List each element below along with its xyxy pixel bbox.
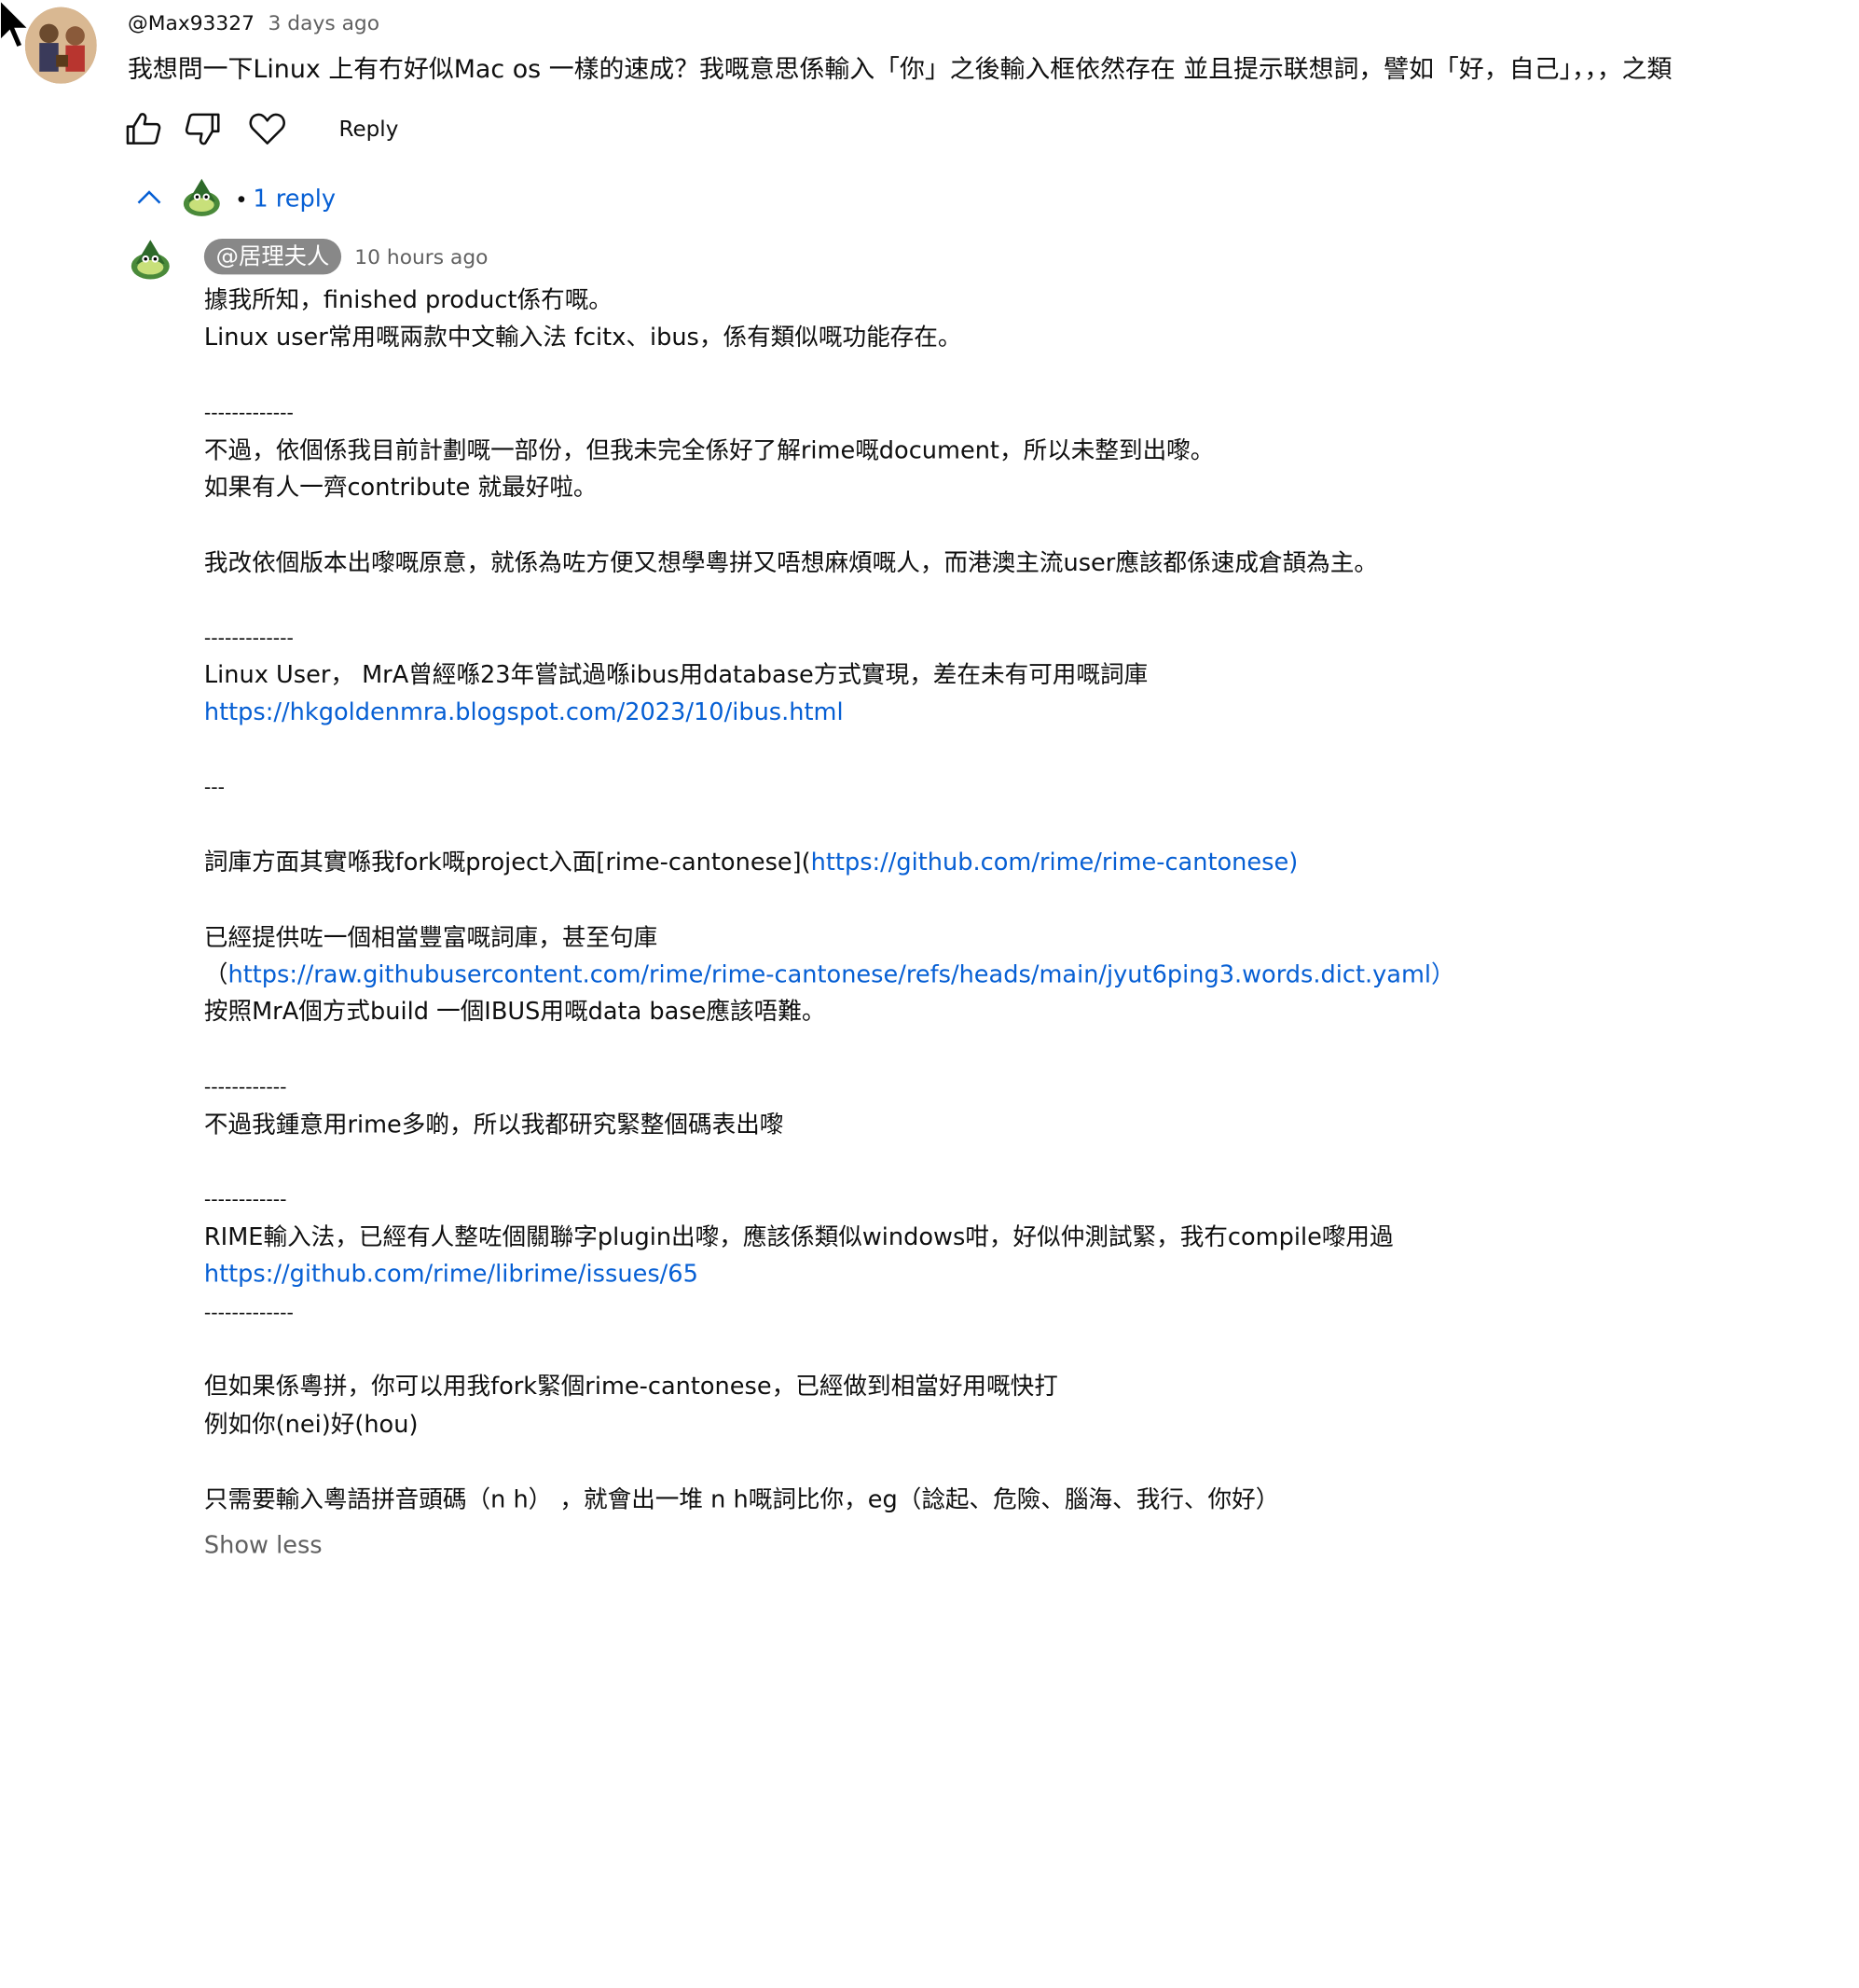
reply-line: 但如果係粵拼，你可以用我fork緊個rime-cantonese，已經做到相當好… <box>203 1372 1058 1401</box>
reply-line: RIME輸入法，已經有人整咗個關聯字plugin出嚟，應該係類似windows咁… <box>203 1222 1394 1251</box>
librime-issue-link[interactable]: https://github.com/rime/librime/issues/6… <box>204 1260 698 1289</box>
avatar-image <box>126 235 174 283</box>
reply-line <box>204 731 1803 768</box>
reply-author[interactable]: @居理夫人 <box>203 239 342 275</box>
reply-line <box>204 807 1803 844</box>
reply-line <box>204 1331 1803 1368</box>
reply-line-text: 詞庫方面其實喺我fork嘅project入面[rime-cantonese]( <box>203 847 811 877</box>
ibus-link[interactable]: https://hkgoldenmra.blogspot.com/2023/10… <box>204 697 844 726</box>
reply-line <box>204 356 1803 393</box>
reply-time[interactable]: 10 hours ago <box>354 246 488 270</box>
divider-text: ------------- <box>203 1300 294 1323</box>
reply-line: 已經提供咗一個相當豐富嘅詞庫，甚至句庫 <box>203 921 658 951</box>
rime-cantonese-link[interactable]: https://github.com/rime/rime-cantonese) <box>811 848 1299 877</box>
avatar-image <box>24 7 97 84</box>
reply-button[interactable]: Reply <box>339 115 399 145</box>
comment-header: @Max93327 3 days ago <box>128 12 379 36</box>
reply-line: Linux user常用嘅兩款中文輸入法 fcitx、ibus，係有類似嘅功能存… <box>203 323 962 352</box>
comment-time[interactable]: 3 days ago <box>269 12 379 36</box>
reply-avatar-small <box>179 173 225 220</box>
divider-text: ------------- <box>203 626 294 649</box>
comment-text: 我想問一下Linux 上有冇好似Mac os 一樣的速成？我嘅意思係輸入「你」之… <box>127 54 1673 84</box>
reply-line <box>204 1143 1803 1180</box>
comment-author[interactable]: @Max93327 <box>128 12 255 36</box>
dislike-icon[interactable] <box>184 110 222 148</box>
like-icon[interactable] <box>124 110 162 148</box>
comment-thread: @Max93327 3 days ago 我想問一下Linux 上有冇好似Mac… <box>0 0 1859 1988</box>
reply-line <box>204 506 1803 544</box>
reply-header: @居理夫人 10 hours ago <box>203 239 488 277</box>
avatar[interactable] <box>24 7 97 84</box>
dict-yaml-link[interactable]: https://raw.githubusercontent.com/rime/r… <box>227 959 1454 988</box>
reply-text: 據我所知，finished product係冇嘅。 Linux user常用嘅兩… <box>204 282 1803 1518</box>
reply-line: 只需要輸入粵語拼音頭碼（n h） ，就會出一堆 n h嘅詞比你，eg（諗起、危險… <box>203 1484 1280 1513</box>
reply-line: Linux User， MrA曾經喺23年嘗試過喺ibus用database方式… <box>203 659 1149 689</box>
reply-line: 不過，依個係我目前計劃嘅一部份，但我未完全係好了解rime嘅document，所… <box>203 435 1215 464</box>
heart-icon[interactable] <box>248 110 286 148</box>
reply-line: 據我所知，finished product係冇嘅。 <box>203 284 613 314</box>
replies-count[interactable]: 1 reply <box>253 184 336 213</box>
chevron-up-icon[interactable] <box>133 182 164 213</box>
reply-line: 例如你(nei)好(hou) <box>203 1409 419 1439</box>
reply-line: 按照MrA個方式build 一個IBUS用嘅data base應該唔難。 <box>203 997 826 1027</box>
reply-line: 我改依個版本出嚟嘅原意，就係為咗方便又想學粵拼又唔想麻煩嘅人，而港澳主流user… <box>203 547 1378 576</box>
avatar[interactable] <box>126 235 174 283</box>
reply-line <box>204 582 1803 619</box>
reply-line <box>204 1443 1803 1481</box>
reply-line <box>204 1031 1803 1069</box>
reply-line: 不過我鍾意用rime多啲，所以我都研究緊整個碼表出嚟 <box>203 1109 784 1139</box>
reply-line-text: （ <box>203 959 228 988</box>
divider-text: --- <box>203 776 226 799</box>
divider-text: ------------- <box>203 401 294 424</box>
divider-text: ------------ <box>203 1188 287 1211</box>
reply-line: 如果有人一齊contribute 就最好啦。 <box>203 472 598 502</box>
show-less-button[interactable]: Show less <box>204 1530 323 1559</box>
divider-text: ------------ <box>203 1075 287 1098</box>
avatar-image <box>179 173 225 220</box>
separator-dot: • <box>235 188 248 214</box>
reply-line: （https://raw.githubusercontent.com/rime/… <box>204 956 1803 993</box>
reply-line <box>204 881 1803 918</box>
reply-line: 詞庫方面其實喺我fork嘅project入面[rime-cantonese](h… <box>204 844 1803 881</box>
